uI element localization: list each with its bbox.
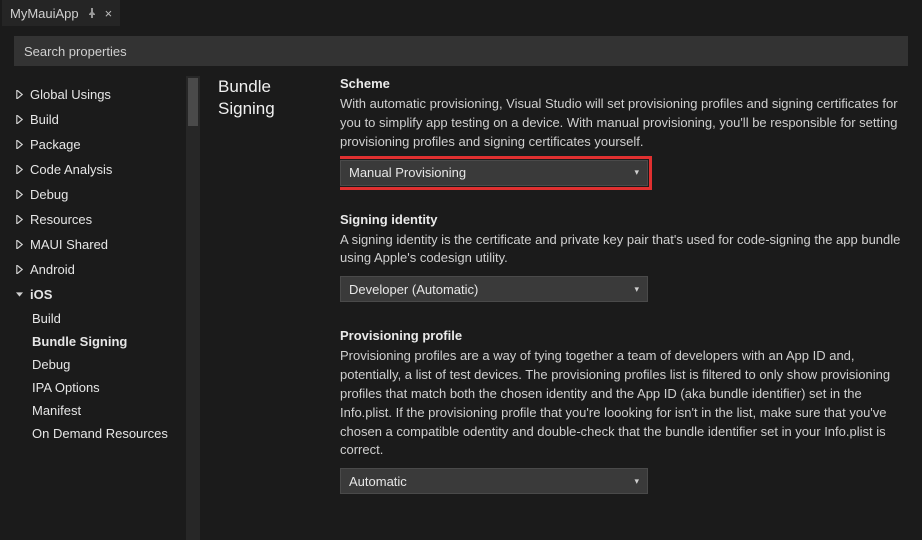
nav-label: Android (30, 262, 75, 277)
search-placeholder: Search properties (24, 44, 127, 59)
nav-label: Code Analysis (30, 162, 112, 177)
identity-dropdown[interactable]: Developer (Automatic) ▾ (340, 276, 648, 302)
chevron-right-icon (14, 165, 24, 174)
nav-label: Package (30, 137, 81, 152)
group-signing-identity: Signing identity A signing identity is t… (340, 212, 908, 303)
group-provisioning-profile: Provisioning profile Provisioning profil… (340, 328, 908, 494)
chevron-right-icon (14, 190, 24, 199)
scheme-description: With automatic provisioning, Visual Stud… (340, 95, 908, 152)
settings-content: Scheme With automatic provisioning, Visu… (340, 76, 922, 540)
nav-ios-build[interactable]: Build (32, 307, 188, 330)
properties-nav: Global Usings Build Package Code Analysi… (0, 76, 200, 540)
scheme-value: Manual Provisioning (349, 165, 466, 180)
tab-mymauiapp[interactable]: MyMauiApp × (2, 0, 120, 26)
chevron-right-icon (14, 240, 24, 249)
scheme-dropdown[interactable]: Manual Provisioning ▾ (340, 160, 648, 186)
identity-value: Developer (Automatic) (349, 282, 478, 297)
nav-label: Build (32, 311, 61, 326)
nav-label: Debug (30, 187, 68, 202)
chevron-right-icon (14, 140, 24, 149)
nav-ios[interactable]: iOS (14, 282, 188, 307)
pin-icon[interactable] (87, 8, 97, 18)
group-scheme: Scheme With automatic provisioning, Visu… (340, 76, 908, 186)
chevron-right-icon (14, 215, 24, 224)
nav-code-analysis[interactable]: Code Analysis (14, 157, 188, 182)
profile-title: Provisioning profile (340, 328, 908, 343)
nav-ios-bundle-signing[interactable]: Bundle Signing (32, 330, 188, 353)
nav-label: Manifest (32, 403, 81, 418)
nav-ios-debug[interactable]: Debug (32, 353, 188, 376)
chevron-right-icon (14, 115, 24, 124)
chevron-down-icon: ▾ (634, 167, 639, 178)
nav-debug[interactable]: Debug (14, 182, 188, 207)
nav-ios-ipa-options[interactable]: IPA Options (32, 376, 188, 399)
nav-build[interactable]: Build (14, 107, 188, 132)
nav-label: On Demand Resources (32, 426, 168, 441)
nav-ios-on-demand-resources[interactable]: On Demand Resources (32, 422, 188, 445)
sidebar-scrollbar[interactable] (186, 76, 200, 540)
nav-label: iOS (30, 287, 52, 302)
chevron-down-icon: ▾ (634, 476, 639, 487)
profile-dropdown[interactable]: Automatic ▾ (340, 468, 648, 494)
nav-label: MAUI Shared (30, 237, 108, 252)
nav-android[interactable]: Android (14, 257, 188, 282)
scrollbar-thumb[interactable] (188, 78, 198, 126)
nav-resources[interactable]: Resources (14, 207, 188, 232)
chevron-right-icon (14, 90, 24, 99)
search-input[interactable]: Search properties (14, 36, 908, 66)
section-title-line1: Bundle (218, 77, 271, 96)
nav-global-usings[interactable]: Global Usings (14, 82, 188, 107)
tab-bar: MyMauiApp × (0, 0, 922, 26)
nav-label: Resources (30, 212, 92, 227)
nav-label: Global Usings (30, 87, 111, 102)
identity-description: A signing identity is the certificate an… (340, 231, 908, 269)
scheme-title: Scheme (340, 76, 908, 91)
nav-label: Debug (32, 357, 70, 372)
chevron-down-icon: ▾ (634, 284, 639, 295)
nav-package[interactable]: Package (14, 132, 188, 157)
nav-label: Bundle Signing (32, 334, 127, 349)
section-title: Bundle Signing (200, 76, 340, 540)
identity-title: Signing identity (340, 212, 908, 227)
tab-title: MyMauiApp (10, 6, 79, 21)
nav-ios-manifest[interactable]: Manifest (32, 399, 188, 422)
chevron-down-icon (14, 290, 24, 299)
profile-value: Automatic (349, 474, 407, 489)
profile-description: Provisioning profiles are a way of tying… (340, 347, 908, 460)
search-bar-container: Search properties (0, 26, 922, 76)
nav-label: IPA Options (32, 380, 100, 395)
close-icon[interactable]: × (105, 6, 113, 21)
section-title-line2: Signing (218, 99, 275, 118)
nav-label: Build (30, 112, 59, 127)
nav-maui-shared[interactable]: MAUI Shared (14, 232, 188, 257)
chevron-right-icon (14, 265, 24, 274)
